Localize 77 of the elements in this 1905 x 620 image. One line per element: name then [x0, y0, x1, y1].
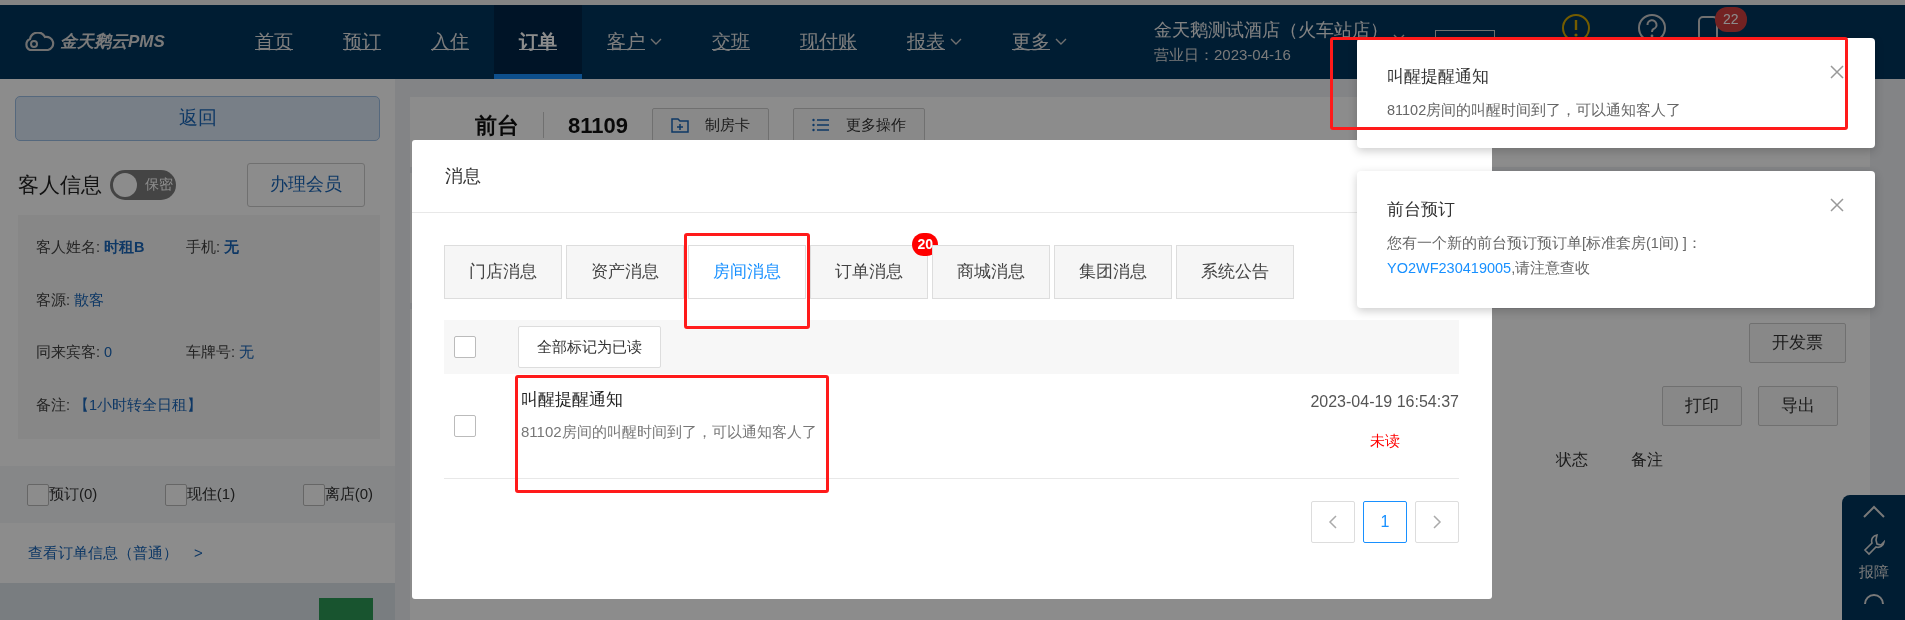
dialog-title: 消息: [445, 164, 481, 188]
field-label: 手机:: [186, 237, 221, 257]
member-button[interactable]: 办理会员: [247, 162, 365, 207]
nav-tab[interactable]: 预订: [318, 5, 406, 79]
message-title: 叫醒提醒通知: [521, 389, 624, 411]
business-day: 营业日：2023-04-16: [1154, 44, 1388, 67]
print-button[interactable]: 打印: [1662, 386, 1742, 426]
report-label[interactable]: 报障: [1858, 561, 1889, 584]
action-button[interactable]: 更多操作: [792, 108, 925, 142]
folder-plus-icon: [670, 117, 689, 133]
nav-tab[interactable]: 订单: [494, 5, 582, 79]
field-value: 散客: [74, 290, 105, 310]
section-title: 客人信息: [18, 172, 102, 199]
message-time: 2023-04-19 16:54:37: [1310, 391, 1459, 412]
nav-tab[interactable]: 报表: [882, 5, 987, 79]
read-status: 未读: [1369, 430, 1400, 451]
close-icon[interactable]: [1829, 64, 1845, 80]
notification-title: 叫醒提醒通知: [1387, 66, 1489, 88]
filter-label: 预订(0): [49, 484, 98, 505]
message-tab[interactable]: 系统公告: [1176, 245, 1294, 299]
caret-icon: [950, 38, 962, 46]
nav-tab[interactable]: 更多: [987, 5, 1092, 79]
message-tab[interactable]: 房间消息: [688, 245, 806, 299]
room-number: 81109: [568, 111, 628, 140]
field-label: 备注:: [36, 396, 71, 416]
back-button[interactable]: 返回: [15, 96, 380, 141]
checkbox[interactable]: [302, 483, 325, 506]
nav-tab[interactable]: 入住: [406, 5, 494, 79]
notification-badge: 22: [1715, 7, 1747, 32]
notification-text: 您有一个新的前台预订预订单[标准套房(1间) ]： YO2WF230419005,请注意查收: [1387, 233, 1703, 278]
checkbox[interactable]: [454, 336, 476, 358]
mark-all-read-button[interactable]: 全部标记为已读: [518, 326, 661, 368]
arrow-text: >: [194, 542, 203, 563]
action-button[interactable]: 制房卡: [651, 108, 769, 142]
close-icon[interactable]: [1829, 197, 1845, 213]
logo-text: 金天鹅云PMS: [60, 31, 165, 54]
field-label: 客源:: [36, 290, 71, 310]
nav-tab[interactable]: 客户: [582, 5, 687, 79]
field-label: 客人姓名:: [36, 237, 101, 257]
nav-tab[interactable]: 交班: [687, 5, 775, 79]
message-tab[interactable]: 集团消息: [1054, 245, 1172, 299]
column-header: 备注: [1631, 450, 1664, 470]
field-label: 车牌号:: [186, 343, 236, 363]
message-text: 81102房间的叫醒时间到了，可以通知客人了: [521, 421, 817, 442]
column-header: 状态: [1556, 450, 1589, 470]
message-tab[interactable]: 商城消息: [932, 245, 1050, 299]
order-info-link[interactable]: 查看订单信息（普通）: [28, 541, 178, 565]
wrench-icon[interactable]: [1862, 533, 1885, 557]
checkbox[interactable]: [164, 483, 187, 506]
message-tab[interactable]: 门店消息: [444, 245, 562, 299]
field-value: 0: [104, 343, 113, 363]
notification-text: 81102房间的叫醒时间到了，可以通知客人了: [1387, 100, 1683, 120]
cloud-icon: [22, 32, 56, 52]
nav-tab[interactable]: 现付账: [775, 5, 882, 79]
export-button[interactable]: 导出: [1758, 386, 1838, 426]
chevron-up-icon[interactable]: [1861, 505, 1886, 519]
privacy-toggle[interactable]: 保密: [110, 169, 176, 200]
field-value: 无: [239, 343, 255, 363]
filter-label: 离店(0): [324, 484, 373, 505]
page-button[interactable]: 1: [1363, 501, 1407, 543]
message-tab[interactable]: 资产消息: [566, 245, 684, 299]
filter-label: 现住(1): [186, 484, 236, 505]
nav-tab[interactable]: 首页: [230, 5, 318, 79]
checkbox[interactable]: [454, 415, 476, 437]
chevron-right-icon: [1432, 514, 1442, 530]
field-value: 时租B: [104, 237, 145, 257]
field-value: 无: [224, 237, 240, 257]
caret-icon: [650, 38, 662, 46]
list-icon: [811, 117, 830, 133]
field-label: 同来宾客:: [36, 343, 101, 363]
caret-icon: [1055, 38, 1067, 46]
notification-title: 前台预订: [1387, 199, 1455, 221]
invoice-button[interactable]: 开发票: [1749, 323, 1846, 363]
field-value: 【1小时转全日租】: [74, 396, 203, 416]
chevron-left-icon: [1328, 514, 1338, 530]
checkbox[interactable]: [27, 483, 49, 506]
order-source: 前台: [475, 111, 519, 140]
